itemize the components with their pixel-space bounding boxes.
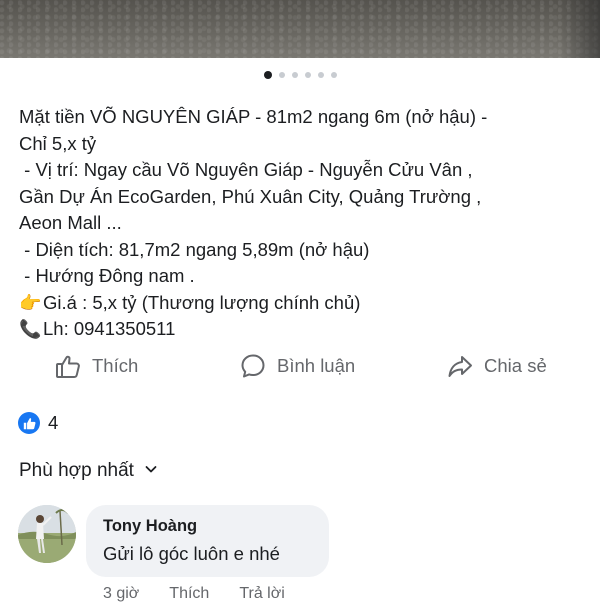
comment-button[interactable]: Bình luận [239, 348, 355, 384]
comment-reply-link[interactable]: Trả lời [239, 585, 284, 603]
comment-sort-dropdown[interactable]: Phù hợp nhất [19, 460, 158, 482]
comment-time[interactable]: 3 giờ [103, 585, 139, 603]
comment-label: Bình luận [277, 355, 356, 376]
photo-edge-shadow [560, 0, 600, 58]
reactions-summary[interactable]: 4 [18, 412, 58, 434]
contact-text[interactable]: Lh: 0941350511 [43, 318, 175, 339]
post-line: - Vị trí: Ngay cầu Võ Nguyên Giáp - Nguy… [19, 159, 473, 180]
post-line: Mặt tiền VÕ NGUYÊN GIÁP - 81m2 ngang 6m … [19, 106, 488, 127]
comment-bubble[interactable]: Tony Hoàng Gửi lô góc luôn e nhé [86, 505, 329, 577]
post-line: - Hướng Đông nam . [19, 265, 195, 286]
post-contact-line: 📞Lh: 0941350511 [19, 316, 584, 343]
post-line: Gần Dự Án EcoGarden, Phú Xuân City, Quản… [19, 185, 482, 207]
comment-like-link[interactable]: Thích [169, 585, 209, 603]
post-line: Chỉ 5,x tỷ [19, 132, 97, 154]
like-button[interactable]: Thích [54, 348, 138, 384]
like-thumb-icon [18, 412, 40, 434]
thumbs-up-icon [54, 352, 82, 380]
carousel-dot[interactable] [304, 72, 311, 78]
share-label: Chia sẻ [484, 355, 547, 376]
reaction-count: 4 [48, 412, 59, 433]
comment-bubble-icon [239, 352, 267, 380]
telephone-icon: 📞 [19, 319, 42, 339]
like-label: Thích [92, 355, 139, 376]
share-button[interactable]: Chia sẻ [446, 348, 547, 384]
share-arrow-icon [446, 352, 474, 380]
carousel-dot[interactable] [278, 72, 285, 78]
carousel-indicator [0, 69, 600, 81]
carousel-dot[interactable] [317, 72, 324, 78]
avatar[interactable] [18, 505, 76, 563]
carousel-dot[interactable] [330, 72, 337, 78]
post-line: - Diện tích: 81,7m2 ngang 5,89m (nở hậu) [19, 238, 370, 260]
comment-meta: 3 giờ Thích Trả lời [103, 585, 285, 603]
post-price-line: 👉Gi.á : 5,x tỷ (Thương lượng chính chủ) [19, 290, 584, 317]
chevron-down-icon [144, 460, 158, 482]
post-photo[interactable] [0, 0, 600, 58]
post-action-bar: Thích Bình luận Chia sẻ [0, 348, 600, 384]
pointing-hand-icon: 👉 [19, 292, 42, 313]
comment-text: Gửi lô góc luôn e nhé [103, 543, 280, 564]
carousel-dot[interactable] [291, 72, 298, 78]
carousel-dot-active[interactable] [263, 71, 272, 79]
post-line: Aeon Mall ... [19, 212, 122, 233]
sort-label: Phù hợp nhất [19, 460, 134, 481]
post-body: Mặt tiền VÕ NGUYÊN GIÁP - 81m2 ngang 6m … [19, 104, 584, 343]
comment-author[interactable]: Tony Hoàng [103, 517, 197, 536]
price-text: Gi.á : 5,x tỷ (Thương lượng chính chủ) [43, 291, 361, 313]
